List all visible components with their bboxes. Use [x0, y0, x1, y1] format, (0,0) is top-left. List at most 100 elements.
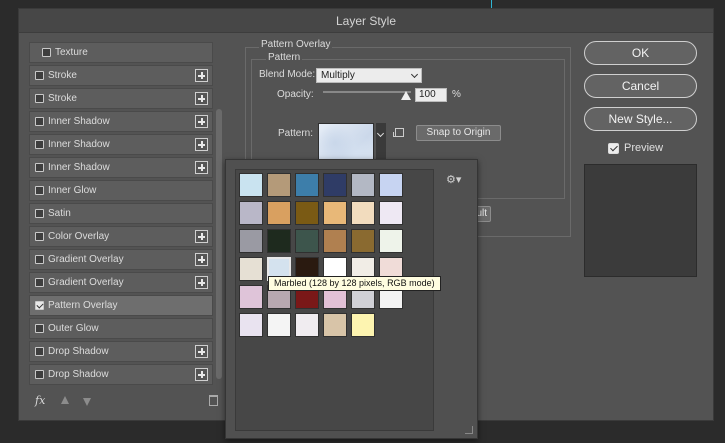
pattern-tile[interactable] [267, 173, 291, 197]
snap-to-origin-button[interactable]: Snap to Origin [416, 125, 501, 141]
pattern-tile[interactable] [323, 229, 347, 253]
style-item[interactable]: Satin [29, 203, 213, 224]
style-label: Gradient Overlay [48, 277, 124, 288]
style-label: Texture [55, 47, 88, 58]
pattern-grid [235, 169, 434, 431]
opacity-unit: % [452, 89, 461, 100]
style-label: Inner Glow [48, 185, 97, 196]
resize-grip-icon[interactable] [465, 426, 473, 434]
pattern-tile[interactable] [379, 229, 403, 253]
style-label: Stroke [48, 93, 77, 104]
style-checkbox[interactable] [35, 163, 44, 172]
pattern-tile[interactable] [267, 313, 291, 337]
style-checkbox[interactable] [42, 48, 51, 57]
pattern-tile[interactable] [239, 229, 263, 253]
move-down-icon[interactable] [83, 398, 91, 406]
add-style-icon[interactable] [195, 368, 208, 381]
style-label: Satin [48, 208, 71, 219]
style-item[interactable]: Drop Shadow [29, 364, 213, 385]
add-style-icon[interactable] [195, 230, 208, 243]
pattern-tooltip: Marbled (128 by 128 pixels, RGB mode) [268, 276, 441, 291]
move-up-icon[interactable] [61, 396, 69, 404]
style-item[interactable]: Drop Shadow [29, 341, 213, 362]
pattern-tile[interactable] [239, 201, 263, 225]
style-checkbox[interactable] [35, 186, 44, 195]
add-style-icon[interactable] [195, 69, 208, 82]
pattern-tile[interactable] [351, 313, 375, 337]
pattern-tile[interactable] [267, 201, 291, 225]
pattern-tile[interactable] [295, 229, 319, 253]
pattern-tile[interactable] [239, 313, 263, 337]
style-preview [584, 164, 697, 277]
pattern-tile[interactable] [239, 257, 263, 281]
fx-menu-button[interactable]: fx [35, 394, 45, 407]
style-item[interactable]: Gradient Overlay [29, 272, 213, 293]
opacity-input[interactable]: 100 [415, 88, 447, 102]
new-style-button[interactable]: New Style... [584, 107, 697, 131]
cancel-button[interactable]: Cancel [584, 74, 697, 98]
add-style-icon[interactable] [195, 92, 208, 105]
dialog-title: Layer Style [19, 9, 713, 33]
pattern-tile[interactable] [323, 173, 347, 197]
opacity-label: Opacity: [277, 89, 314, 100]
pattern-group-title: Pattern [266, 52, 303, 63]
pattern-tile[interactable] [295, 173, 319, 197]
style-list-scrollbar[interactable] [216, 109, 222, 379]
opacity-slider[interactable] [323, 91, 411, 93]
style-label: Color Overlay [48, 231, 110, 242]
style-item[interactable]: Inner Shadow [29, 134, 213, 155]
add-style-icon[interactable] [195, 115, 208, 128]
pattern-tile[interactable] [351, 201, 375, 225]
pattern-picker-popover: ⚙▾ [225, 159, 478, 439]
style-checkbox[interactable] [35, 324, 44, 333]
style-item[interactable]: Stroke [29, 88, 213, 109]
style-checkbox[interactable] [35, 370, 44, 379]
style-checkbox[interactable] [35, 347, 44, 356]
add-style-icon[interactable] [195, 276, 208, 289]
trash-icon[interactable] [209, 395, 218, 406]
style-checkbox[interactable] [35, 117, 44, 126]
style-item[interactable]: Stroke [29, 65, 213, 86]
pattern-tile[interactable] [323, 201, 347, 225]
opacity-slider-thumb[interactable] [401, 91, 411, 100]
style-checkbox[interactable] [35, 255, 44, 264]
pattern-tile[interactable] [295, 201, 319, 225]
style-item[interactable]: Gradient Overlay [29, 249, 213, 270]
add-style-icon[interactable] [195, 253, 208, 266]
pattern-tile[interactable] [351, 229, 375, 253]
add-style-icon[interactable] [195, 138, 208, 151]
pattern-tile[interactable] [379, 173, 403, 197]
add-style-icon[interactable] [195, 345, 208, 358]
style-checkbox[interactable] [35, 301, 44, 310]
style-label: Drop Shadow [48, 369, 109, 380]
style-item[interactable]: Texture [29, 42, 213, 63]
pattern-tile[interactable] [267, 229, 291, 253]
pattern-tile[interactable] [239, 173, 263, 197]
preview-checkbox[interactable] [608, 143, 619, 154]
pattern-tile[interactable] [379, 201, 403, 225]
style-label: Inner Shadow [48, 116, 110, 127]
ok-button[interactable]: OK [584, 41, 697, 65]
add-style-icon[interactable] [195, 161, 208, 174]
pattern-tile[interactable] [295, 313, 319, 337]
style-checkbox[interactable] [35, 232, 44, 241]
style-item[interactable]: Inner Shadow [29, 157, 213, 178]
style-checkbox[interactable] [35, 71, 44, 80]
style-checkbox[interactable] [35, 278, 44, 287]
gear-icon[interactable]: ⚙▾ [446, 173, 461, 186]
new-preset-icon[interactable] [393, 128, 404, 137]
pattern-tile[interactable] [351, 173, 375, 197]
style-checkbox[interactable] [35, 209, 44, 218]
blend-mode-select[interactable]: Multiply [316, 68, 422, 83]
style-item[interactable]: Inner Shadow [29, 111, 213, 132]
pattern-tile[interactable] [239, 285, 263, 309]
style-item[interactable]: Outer Glow [29, 318, 213, 339]
style-checkbox[interactable] [35, 140, 44, 149]
style-item[interactable]: Pattern Overlay [29, 295, 213, 316]
style-item[interactable]: Inner Glow [29, 180, 213, 201]
pattern-tile[interactable] [323, 313, 347, 337]
style-item[interactable]: Color Overlay [29, 226, 213, 247]
style-label: Outer Glow [48, 323, 99, 334]
pattern-label: Pattern: [278, 128, 314, 139]
style-checkbox[interactable] [35, 94, 44, 103]
